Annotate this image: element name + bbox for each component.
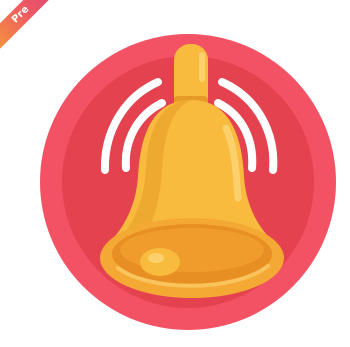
bell-handle-highlight (199, 52, 205, 82)
product-thumbnail: Pre (0, 0, 350, 347)
bell-clapper-highlight (148, 253, 164, 263)
ringing-bell-icon (40, 34, 336, 330)
